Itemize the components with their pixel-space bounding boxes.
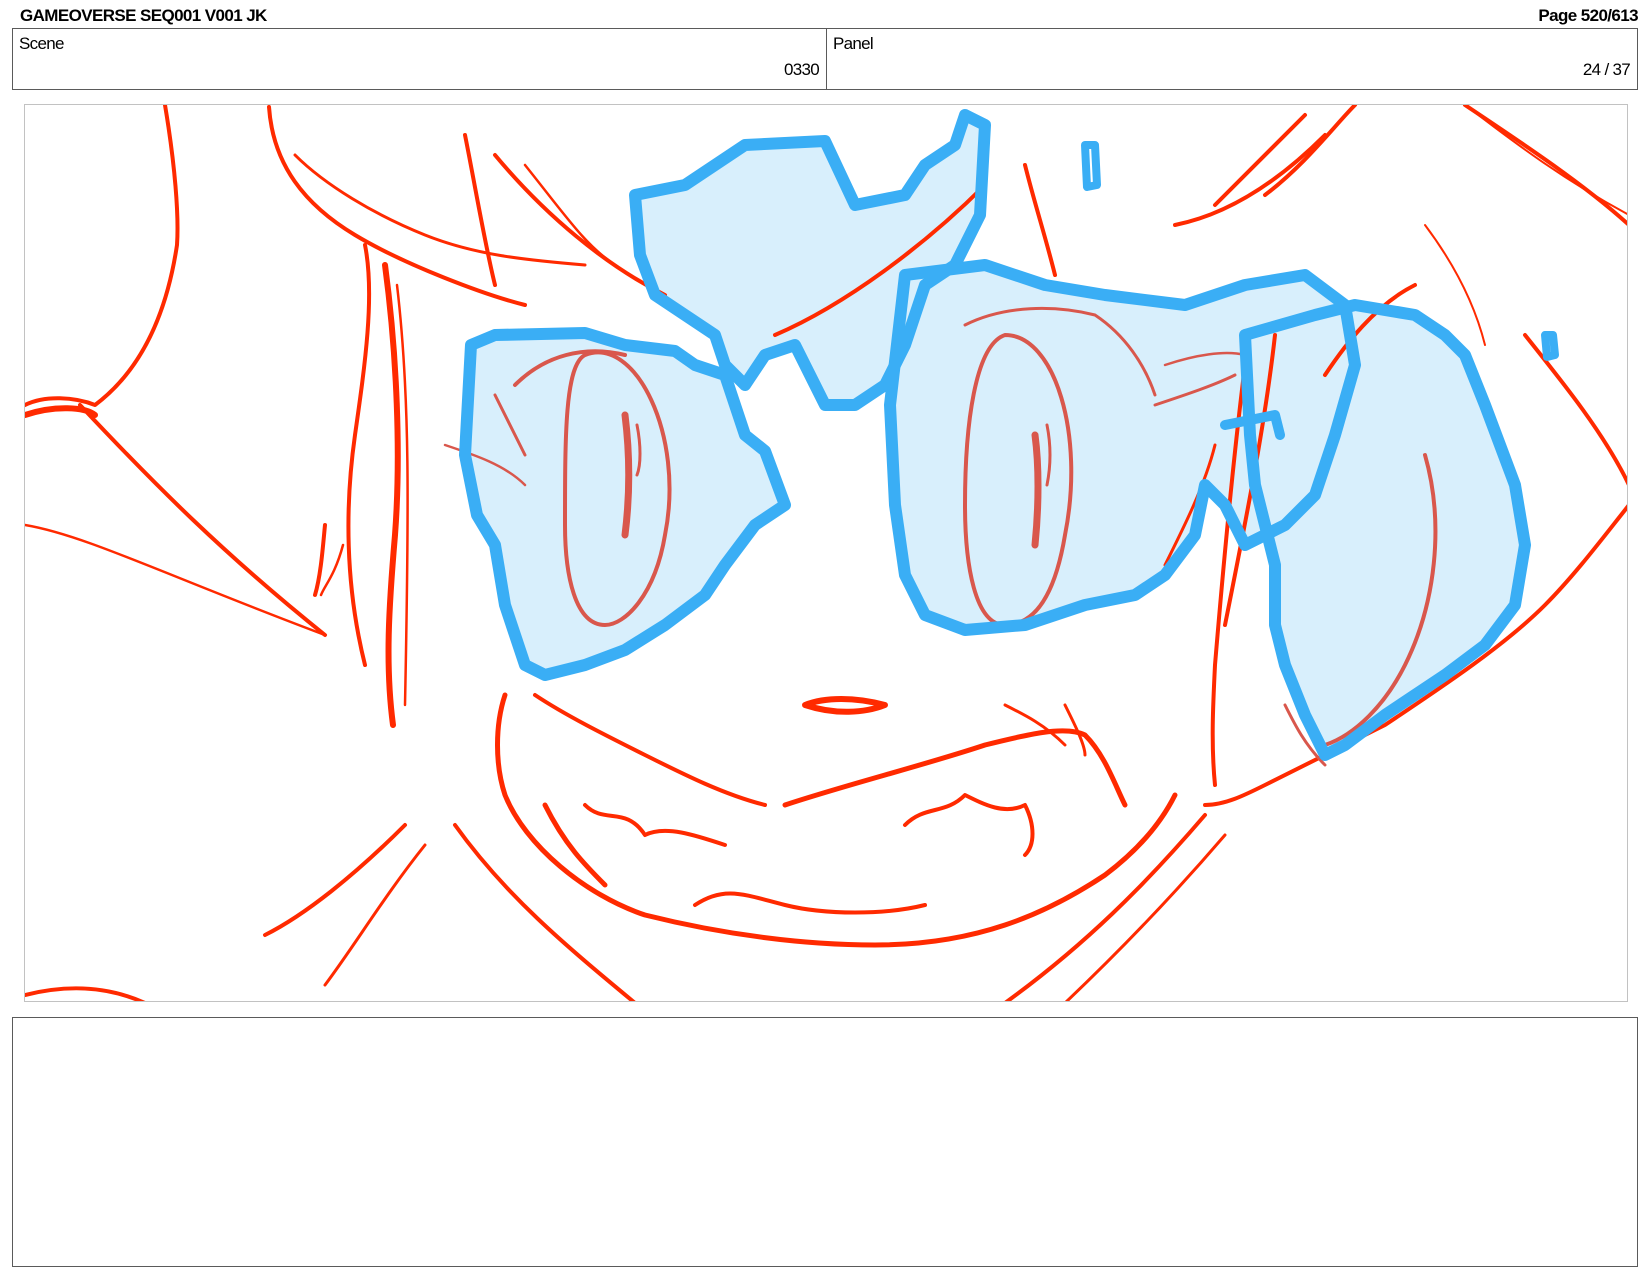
storyboard-frame: [24, 104, 1628, 1002]
panel-value: 24 / 37: [1582, 60, 1631, 79]
scene-label: Scene: [19, 34, 64, 53]
scene-value: 0330: [783, 60, 820, 79]
scene-cell: Scene 0330: [13, 29, 827, 89]
page-number: Page 520/613: [1538, 6, 1638, 25]
storyboard-sketch: [25, 105, 1627, 1001]
notes-box: [12, 1017, 1638, 1267]
scene-panel-info: Scene 0330 Panel 24 / 37: [12, 28, 1638, 90]
panel-cell: Panel 24 / 37: [827, 29, 1637, 89]
document-title: GAMEOVERSE SEQ001 V001 JK: [20, 6, 267, 25]
page-header: GAMEOVERSE SEQ001 V001 JK Page 520/613: [20, 6, 1639, 28]
panel-label: Panel: [833, 34, 874, 53]
